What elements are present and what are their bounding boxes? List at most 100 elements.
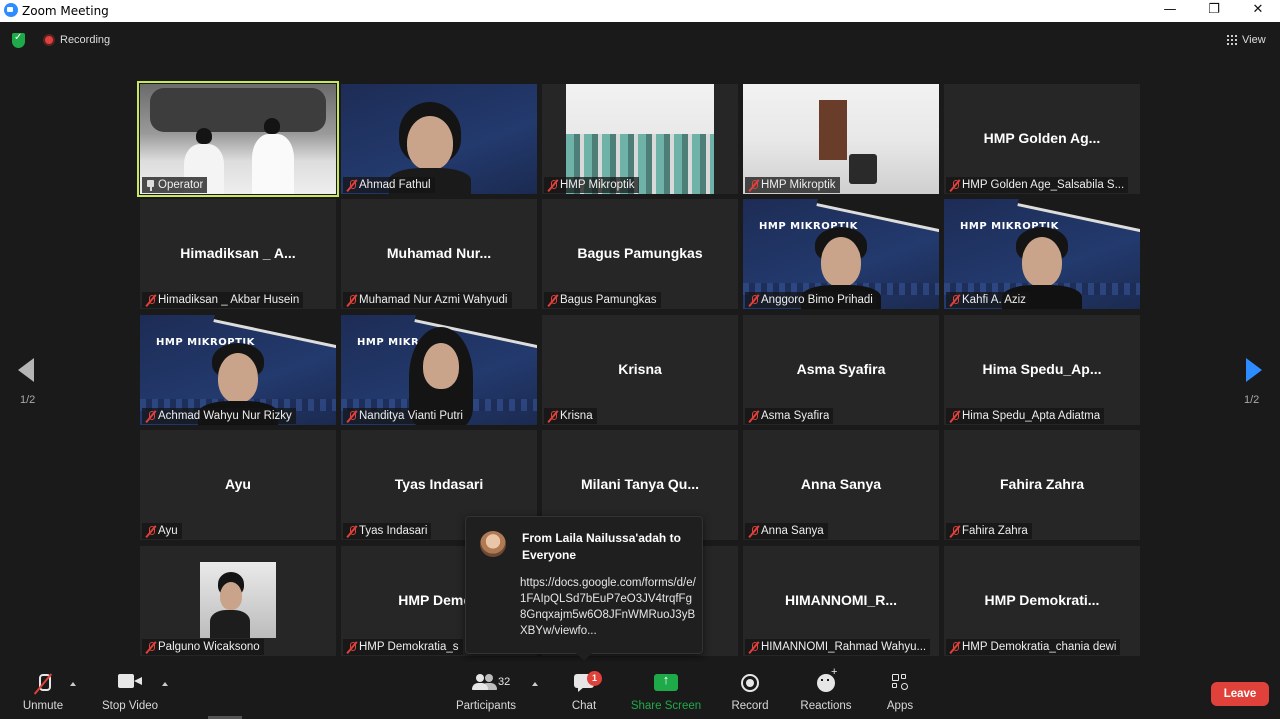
recording-label[interactable]: Recording xyxy=(60,34,110,46)
view-button[interactable]: View xyxy=(1242,34,1266,46)
participant-tile[interactable]: HMP Mikroptik xyxy=(743,84,939,194)
chat-notification-popup[interactable]: From Laila Nailussa'adah to Everyone htt… xyxy=(465,516,703,661)
participant-name: HMP Mikroptik xyxy=(761,179,836,191)
share-screen-button[interactable]: Share Screen xyxy=(630,662,702,719)
participant-namebar: Fahira Zahra xyxy=(946,523,1032,539)
participant-namebar: HMP Mikroptik xyxy=(544,177,639,193)
participant-namebar: Ayu xyxy=(142,523,182,539)
reactions-icon xyxy=(817,666,837,692)
microphone-muted-icon xyxy=(546,410,560,423)
participant-display-name: Muhamad Nur... xyxy=(386,245,492,261)
previous-page-arrow-icon[interactable] xyxy=(18,358,34,382)
participant-namebar: Achmad Wahyu Nur Rizky xyxy=(142,408,296,424)
participant-name: Kahfi A. Aziz xyxy=(962,294,1026,306)
participant-display-name: Himadiksan _ A... xyxy=(180,245,296,261)
apps-label: Apps xyxy=(886,700,914,712)
participant-tile[interactable]: HMP MIKROPTIK Achmad Wahyu Nur Rizky xyxy=(140,315,336,425)
microphone-muted-icon xyxy=(345,525,359,538)
participant-tile[interactable]: Krisna Krisna xyxy=(542,315,738,425)
record-icon xyxy=(741,674,759,692)
participant-tile[interactable]: HMP MIKROPTIK Anggoro Bimo Prihadi xyxy=(743,199,939,309)
participant-name: Ahmad Fathul xyxy=(359,179,431,191)
recording-indicator-icon[interactable] xyxy=(43,34,55,46)
leave-button[interactable]: Leave xyxy=(1211,682,1269,706)
participant-namebar: Krisna xyxy=(544,408,597,424)
participant-tile[interactable]: Operator xyxy=(137,81,339,197)
participant-tile[interactable]: Himadiksan _ A... Himadiksan _ Akbar Huse… xyxy=(140,199,336,309)
apps-button[interactable]: Apps xyxy=(880,662,920,719)
participant-tile[interactable]: Fahira Zahra Fahira Zahra xyxy=(944,430,1140,540)
participant-display-name: HIMANNOMI_R... xyxy=(785,592,897,608)
participant-name: Anggoro Bimo Prihadi xyxy=(761,294,873,306)
participant-name: Krisna xyxy=(560,410,593,422)
participant-tile[interactable]: Ahmad Fathul xyxy=(341,84,537,194)
participant-name: Bagus Pamungkas xyxy=(560,294,657,306)
participant-namebar: Himadiksan _ Akbar Husein xyxy=(142,292,304,308)
microphone-muted-icon xyxy=(345,294,359,307)
record-button[interactable]: Record xyxy=(728,662,772,719)
participants-options-caret-icon[interactable] xyxy=(532,682,538,686)
chat-button[interactable]: Chat xyxy=(562,662,606,719)
participant-tile[interactable]: HMP Mikroptik xyxy=(542,84,738,194)
stop-video-label: Stop Video xyxy=(101,700,159,712)
participant-namebar: HMP Golden Age_Salsabila S... xyxy=(946,177,1129,193)
participants-button[interactable]: 32 Participants xyxy=(454,662,518,719)
microphone-muted-icon xyxy=(747,179,761,192)
participant-name: Muhamad Nur Azmi Wahyudi xyxy=(359,294,508,306)
participant-namebar: Bagus Pamungkas xyxy=(544,292,661,308)
audio-options-caret-icon[interactable] xyxy=(70,682,76,686)
participant-namebar: Operator xyxy=(142,177,208,193)
video-options-caret-icon[interactable] xyxy=(162,682,168,686)
participant-namebar: Anna Sanya xyxy=(745,523,828,539)
participant-tile[interactable]: Muhamad Nur... Muhamad Nur Azmi Wahyudi xyxy=(341,199,537,309)
close-window-button[interactable]: ✕ xyxy=(1236,0,1280,22)
pin-icon xyxy=(144,179,158,192)
participant-tile[interactable]: Palguno Wicaksono xyxy=(140,546,336,656)
share-screen-icon xyxy=(654,672,678,691)
participant-namebar: Ahmad Fathul xyxy=(343,177,435,193)
restore-button[interactable]: ❐ xyxy=(1192,0,1236,22)
participant-display-name: Milani Tanya Qu... xyxy=(581,476,699,492)
participant-display-name: Tyas Indasari xyxy=(394,476,484,492)
participant-tile[interactable]: HMP MIKROPTIK Kahfi A. Aziz xyxy=(944,199,1140,309)
window-titlebar: Zoom Meeting — ❐ ✕ xyxy=(0,0,1280,22)
reactions-button[interactable]: Reactions xyxy=(796,662,856,719)
participant-tile[interactable]: Hima Spedu_Ap... Hima Spedu_Apta Adiatma xyxy=(944,315,1140,425)
participant-tile[interactable]: HMP Demokrati... HMP Demokratia_chania de… xyxy=(944,546,1140,656)
shield-check-icon[interactable] xyxy=(12,32,25,48)
chat-unread-badge: 1 xyxy=(587,671,602,686)
unmute-label: Unmute xyxy=(22,700,64,712)
participant-name: HMP Demokratia_s xyxy=(359,641,459,653)
participant-tile[interactable]: HIMANNOMI_R... HIMANNOMI_Rahmad Wahyu... xyxy=(743,546,939,656)
unmute-button[interactable]: Unmute xyxy=(12,662,74,719)
stop-video-button[interactable]: Stop Video xyxy=(96,662,164,719)
participant-tile[interactable]: Asma Syafira Asma Syafira xyxy=(743,315,939,425)
participant-display-name: Krisna xyxy=(618,361,662,377)
microphone-muted-icon xyxy=(144,641,158,654)
microphone-muted-icon xyxy=(747,641,761,654)
participant-tile[interactable]: HMP MIKROPTIK Nanditya Vianti Putri xyxy=(341,315,537,425)
participant-namebar: Asma Syafira xyxy=(745,408,834,424)
microphone-muted-icon xyxy=(345,641,359,654)
participant-name: Himadiksan _ Akbar Husein xyxy=(158,294,300,306)
participant-name: Palguno Wicaksono xyxy=(158,641,260,653)
participant-tile[interactable]: Bagus Pamungkas Bagus Pamungkas xyxy=(542,199,738,309)
participant-name: Achmad Wahyu Nur Rizky xyxy=(158,410,292,422)
microphone-muted-icon xyxy=(546,294,560,307)
video-camera-icon xyxy=(118,674,142,688)
page-indicator-right: 1/2 xyxy=(1244,394,1260,406)
microphone-muted-icon xyxy=(948,525,962,538)
chat-message[interactable]: https://docs.google.com/forms/d/e/1FAIpQ… xyxy=(520,575,696,639)
participant-tile[interactable]: HMP Golden Ag... HMP Golden Age_Salsabila… xyxy=(944,84,1140,194)
reactions-label: Reactions xyxy=(800,700,852,712)
grid-view-icon[interactable] xyxy=(1227,35,1237,45)
minimize-button[interactable]: — xyxy=(1148,0,1192,22)
participant-display-name: Anna Sanya xyxy=(800,476,882,492)
participant-tile[interactable]: Anna Sanya Anna Sanya xyxy=(743,430,939,540)
participant-name: Hima Spedu_Apta Adiatma xyxy=(962,410,1101,422)
record-label: Record xyxy=(731,700,769,712)
participant-display-name: Ayu xyxy=(225,476,251,492)
participant-tile[interactable]: Ayu Ayu xyxy=(140,430,336,540)
chat-label: Chat xyxy=(571,700,597,712)
next-page-arrow-icon[interactable] xyxy=(1246,358,1262,382)
